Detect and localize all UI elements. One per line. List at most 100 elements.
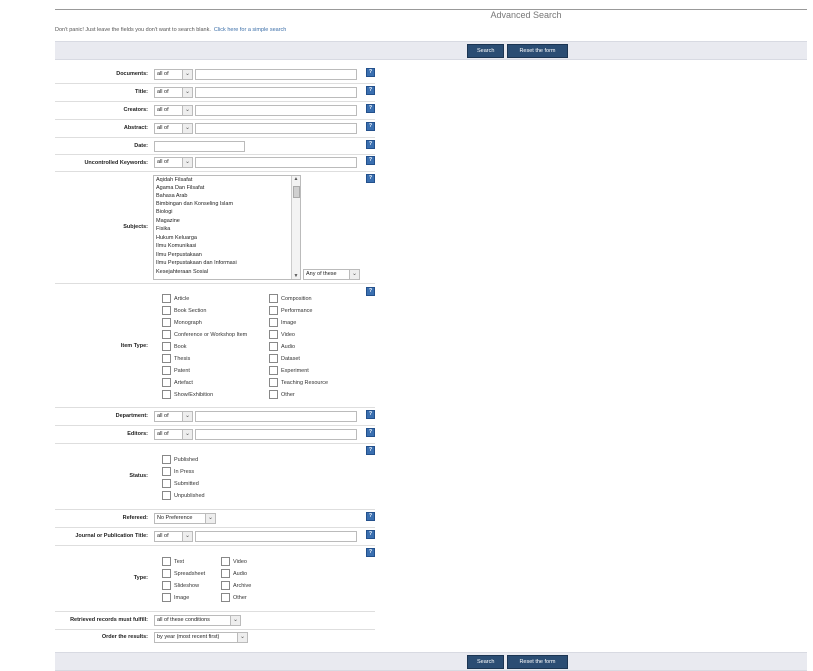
help-icon[interactable]: ? (366, 174, 375, 183)
checkbox-artefact[interactable] (162, 378, 171, 387)
list-item[interactable]: Ilmu Komunikasi (156, 243, 196, 249)
checkbox-teaching-resource[interactable] (269, 378, 278, 387)
checkbox-exhibition[interactable] (162, 390, 171, 399)
abstract-row: Abstract: all of ⌄ ? (55, 120, 375, 138)
checkbox-monograph[interactable] (162, 318, 171, 327)
list-item[interactable]: Magazine (156, 218, 180, 224)
help-icon[interactable]: ? (366, 410, 375, 419)
subjects-scrollbar[interactable]: ▲ ▼ (291, 176, 300, 279)
department-row: Department: all of ⌄ ? (55, 408, 375, 426)
journal-mode-select[interactable]: all of ⌄ (154, 531, 193, 542)
creators-input[interactable] (195, 105, 357, 116)
department-mode-select[interactable]: all of ⌄ (154, 411, 193, 422)
list-item[interactable]: Ilmu Perpustakaan dan Informasi (156, 260, 237, 266)
keywords-mode-select[interactable]: all of ⌄ (154, 157, 193, 168)
help-icon[interactable]: ? (366, 548, 375, 557)
chevron-down-icon: ⌄ (349, 270, 359, 279)
scroll-down-icon[interactable]: ▼ (292, 273, 300, 279)
checkbox-spreadsheet[interactable] (162, 569, 171, 578)
checkbox-patent[interactable] (162, 366, 171, 375)
checkbox-image-type[interactable] (162, 593, 171, 602)
checkbox-composition[interactable] (269, 294, 278, 303)
chevron-down-icon: ⌄ (182, 70, 192, 79)
checkbox-video[interactable] (269, 330, 278, 339)
list-item[interactable]: Fisika (156, 226, 170, 232)
chevron-down-icon: ⌄ (182, 106, 192, 115)
checkbox-label: Video (233, 559, 247, 565)
help-icon[interactable]: ? (366, 287, 375, 296)
help-icon[interactable]: ? (366, 530, 375, 539)
checkbox-submitted[interactable] (162, 479, 171, 488)
checkbox-performance[interactable] (269, 306, 278, 315)
checkbox-published[interactable] (162, 455, 171, 464)
checkbox-archive[interactable] (221, 581, 230, 590)
subjects-label: Subjects: (123, 224, 148, 230)
checkbox-conference[interactable] (162, 330, 171, 339)
checkbox-text[interactable] (162, 557, 171, 566)
list-item[interactable]: Bahasa Arab (156, 193, 188, 199)
checkbox-image[interactable] (269, 318, 278, 327)
list-item[interactable]: Kesejahteraan Sosial (156, 269, 208, 275)
order-select[interactable]: by year (most recent first) ⌄ (154, 632, 248, 643)
search-button[interactable]: Search (467, 655, 505, 669)
simple-search-link[interactable]: Click here for a simple search (214, 27, 286, 33)
checkbox-label: Image (281, 320, 297, 326)
keywords-input[interactable] (195, 157, 357, 168)
documents-input[interactable] (195, 69, 357, 80)
checkbox-audio[interactable] (269, 342, 278, 351)
abstract-mode-select[interactable]: all of ⌄ (154, 123, 193, 134)
subjects-listbox[interactable]: Aqidah Filsafat Agama Dan Filsafat Bahas… (153, 175, 301, 280)
checkbox-dataset[interactable] (269, 354, 278, 363)
scroll-thumb[interactable] (293, 186, 300, 198)
checkbox-video-type[interactable] (221, 557, 230, 566)
list-item[interactable]: Hukum Keluarga (156, 235, 197, 241)
search-button[interactable]: Search (467, 44, 505, 58)
editors-mode-select[interactable]: all of ⌄ (154, 429, 193, 440)
help-icon[interactable]: ? (366, 122, 375, 131)
abstract-input[interactable] (195, 123, 357, 134)
checkbox-book-section[interactable] (162, 306, 171, 315)
department-input[interactable] (195, 411, 357, 422)
checkbox-book[interactable] (162, 342, 171, 351)
subjects-match-select[interactable]: Any of these ⌄ (303, 269, 360, 280)
checkbox-other-type[interactable] (221, 593, 230, 602)
checkbox-article[interactable] (162, 294, 171, 303)
checkbox-audio-type[interactable] (221, 569, 230, 578)
creators-mode-select[interactable]: all of ⌄ (154, 105, 193, 116)
checkbox-other[interactable] (269, 390, 278, 399)
reset-button[interactable]: Reset the form (507, 44, 568, 58)
date-input[interactable] (154, 141, 245, 152)
checkbox-unpublished[interactable] (162, 491, 171, 500)
journal-input[interactable] (195, 531, 357, 542)
help-icon[interactable]: ? (366, 86, 375, 95)
title-mode-select[interactable]: all of ⌄ (154, 87, 193, 98)
date-row: Date: ? (55, 138, 375, 155)
checkbox-label: Book (174, 344, 187, 350)
help-icon[interactable]: ? (366, 156, 375, 165)
help-icon[interactable]: ? (366, 68, 375, 77)
list-item[interactable]: Bimbingan dan Konseling Islam (156, 201, 233, 207)
journal-label: Journal or Publication Title: (75, 533, 148, 539)
help-icon[interactable]: ? (366, 446, 375, 455)
documents-mode-select[interactable]: all of ⌄ (154, 69, 193, 80)
checkbox-thesis[interactable] (162, 354, 171, 363)
help-icon[interactable]: ? (366, 512, 375, 521)
reset-button[interactable]: Reset the form (507, 655, 568, 669)
checkbox-experiment[interactable] (269, 366, 278, 375)
list-item[interactable]: Biologi (156, 209, 173, 215)
scroll-up-icon[interactable]: ▲ (292, 176, 300, 182)
editors-input[interactable] (195, 429, 357, 440)
help-icon[interactable]: ? (366, 104, 375, 113)
title-input[interactable] (195, 87, 357, 98)
retrieved-select[interactable]: all of these conditions ⌄ (154, 615, 241, 626)
type-row: Type: ? (55, 546, 375, 612)
list-item[interactable]: Aqidah Filsafat (156, 177, 192, 183)
checkbox-in-press[interactable] (162, 467, 171, 476)
help-icon[interactable]: ? (366, 140, 375, 149)
list-item[interactable]: Agama Dan Filsafat (156, 185, 204, 191)
help-icon[interactable]: ? (366, 428, 375, 437)
refereed-select[interactable]: No Preference ⌄ (154, 513, 216, 524)
list-item[interactable]: Ilmu Perpustakaan (156, 252, 202, 258)
refereed-label: Refereed: (122, 515, 148, 521)
checkbox-slideshow[interactable] (162, 581, 171, 590)
